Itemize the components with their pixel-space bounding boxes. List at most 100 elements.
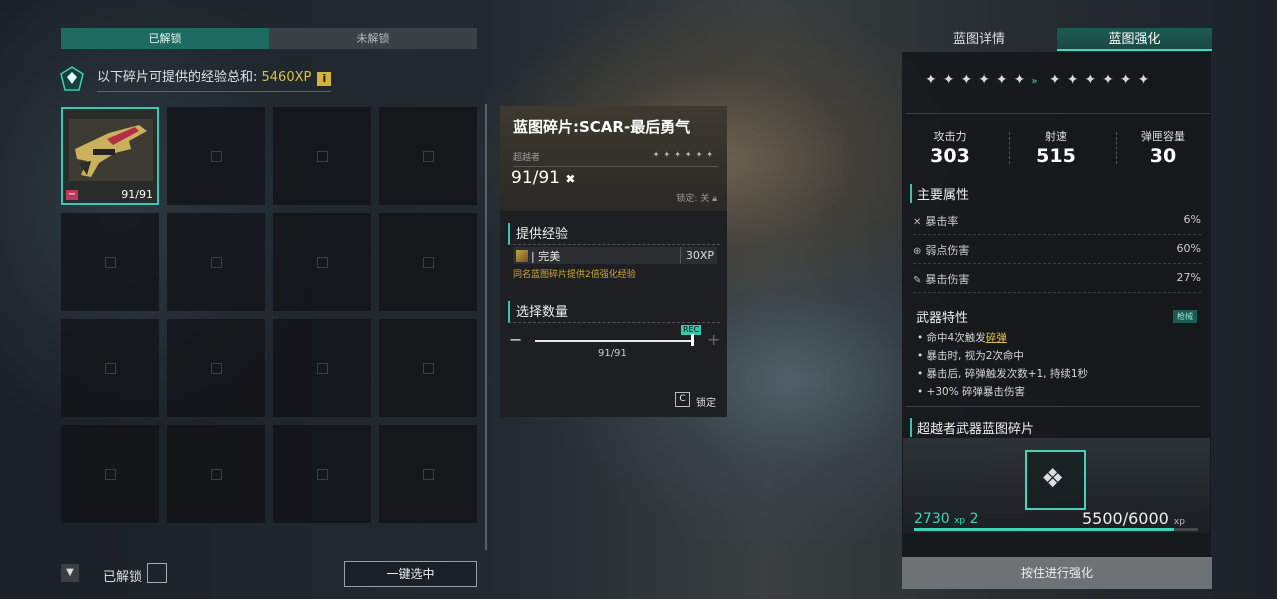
slider-handle[interactable] [691, 334, 694, 346]
attr-name: ⊕ 弱点伤害 [913, 242, 969, 263]
fragment-preview: ❖ [1025, 450, 1086, 510]
stat-label: 射速 [1045, 130, 1067, 143]
xp-item-row: | 完美 30XP [513, 247, 717, 264]
stat-label: 弹匣容量 [1141, 130, 1185, 143]
trait-text: 暴击时, 视为2次命中 [926, 350, 1024, 362]
empty-slot [379, 319, 477, 417]
card-title: 蓝图碎片:SCAR-最后勇气 [513, 118, 691, 136]
attr-name-text: 弱点伤害 [925, 244, 970, 257]
crit-icon: ✎ [913, 275, 922, 286]
xp-summary-text: 以下碎片可提供的经验总和: [97, 70, 262, 85]
fragment-emblem-icon [60, 66, 84, 91]
select-all-button[interactable]: 一键选中 [344, 561, 477, 587]
xp-summary-value: 5460XP [261, 70, 312, 85]
empty-slot [273, 425, 371, 523]
arrow-icon: » [1031, 76, 1039, 87]
stat-attack: 攻击力 303 [900, 128, 1000, 167]
enhance-button[interactable]: 按住进行强化 [902, 557, 1212, 589]
lock-icon: 🔒︎ [712, 194, 717, 204]
fragment-emblem-icon: ❖ [1041, 464, 1065, 494]
xp-section-title: 提供经验 [508, 223, 720, 245]
main-attr-title: 主要属性 [910, 184, 969, 203]
slider-value: 91/91 [598, 348, 627, 359]
tab-locked[interactable]: 未解锁 [269, 28, 477, 49]
card-count: 91/91 ✖ [511, 168, 575, 188]
xp-progress: 5500/6000 xp [1082, 509, 1185, 528]
decrease-button[interactable]: − [509, 330, 522, 349]
attr-name-text: 暴击率 [925, 215, 959, 228]
attr-name: ✕ 暴击率 [913, 213, 958, 234]
tab-blueprint-enhance[interactable]: 蓝图强化 [1057, 28, 1212, 51]
empty-slot [61, 425, 159, 523]
lock-label: 锁定 [696, 398, 716, 409]
stat-fire-rate: 射速 515 [1006, 128, 1106, 167]
trait-line: • 暴击后, 碎弹触发次数+1, 持续1秒 [917, 368, 1089, 380]
fragment-small-icon: ✖ [565, 172, 576, 186]
trait-text: 暴击后, 碎弹触发次数+1, 持续1秒 [926, 368, 1089, 380]
xp-progress-unit: xp [1173, 517, 1185, 527]
card-stars: ✦✦✦✦✦✦ [652, 150, 717, 159]
card-lock-state: 锁定: 关 🔒︎ [676, 191, 717, 204]
attr-row: ✕ 暴击率 6% [913, 213, 1201, 235]
trait-keyword-link[interactable]: 碎弹 [986, 332, 1007, 344]
tab-unlocked[interactable]: 已解锁 [61, 28, 269, 49]
trait-title: 武器特性 [916, 311, 969, 326]
empty-slot [167, 319, 265, 417]
weakpoint-icon: ⊕ [913, 246, 922, 257]
xp-gain-value: 2730 [914, 511, 950, 527]
xp-item-name-text: 完美 [538, 249, 561, 263]
attr-value: 60% [1176, 242, 1201, 255]
empty-slot [167, 107, 265, 205]
unlocked-filter-label: 已解锁 [103, 570, 143, 585]
attr-row: ✎ 暴击伤害 27% [913, 271, 1201, 293]
empty-slot [61, 213, 159, 311]
unlocked-checkbox[interactable] [147, 563, 167, 583]
stat-value: 30 [1149, 145, 1177, 167]
xp-progress-fill [914, 528, 1174, 531]
trait-badge: 枪械 [1173, 310, 1197, 323]
trait-line: • 暴击时, 视为2次命中 [917, 350, 1024, 362]
attr-value: 6% [1183, 213, 1201, 226]
divider [906, 406, 1200, 407]
filter-icon[interactable]: ▼ [61, 564, 79, 582]
slot-count: 91/91 [121, 188, 153, 201]
deselect-button[interactable]: − [66, 190, 78, 200]
empty-slot [61, 319, 159, 417]
divider [906, 113, 1210, 114]
tab-blueprint-details[interactable]: 蓝图详情 [902, 28, 1056, 51]
xp-summary-label: 以下碎片可提供的经验总和: 5460XP i [97, 66, 332, 92]
card-count-value: 91/91 [511, 168, 560, 188]
xp-progress-value: 5500/6000 [1082, 509, 1169, 528]
trait-text: +30% 碎弹暴击伤害 [926, 386, 1026, 398]
lock-key-hint[interactable]: C [675, 392, 690, 407]
stat-label: 攻击力 [933, 130, 967, 143]
trait-text: 命中4次触发 [926, 332, 986, 344]
xp-item-name: | 完美 [531, 249, 561, 263]
empty-slot [273, 107, 371, 205]
frag-title: 超越者武器蓝图碎片 [910, 418, 1034, 437]
fragment-slot-scar[interactable]: − 91/91 [61, 107, 159, 205]
level-gain: 2 [969, 511, 979, 527]
quality-swatch-icon [516, 249, 528, 262]
trait-line: • +30% 碎弹暴击伤害 [917, 386, 1026, 398]
attr-name: ✎ 暴击伤害 [913, 271, 969, 292]
qty-section-title: 选择数量 [508, 301, 720, 323]
grid-scrollbar[interactable] [485, 104, 487, 550]
xp-note: 同名蓝图碎片提供2倍强化经验 [513, 270, 636, 280]
increase-button[interactable]: + [707, 330, 720, 349]
lock-state-text: 锁定: 关 [676, 194, 710, 204]
xp-gain: 2730 xp 2 [914, 511, 979, 527]
empty-slot [379, 107, 477, 205]
upgrade-stars: ✦✦✦✦✦✦» ✦✦✦✦✦✦ [925, 72, 1156, 88]
tab-bar: 已解锁 未解锁 [61, 28, 477, 49]
empty-slot [167, 213, 265, 311]
empty-slot [379, 425, 477, 523]
empty-slot [273, 319, 371, 417]
fragment-grid: − 91/91 [61, 107, 477, 525]
empty-slot [379, 213, 477, 311]
quantity-slider[interactable] [535, 340, 692, 342]
info-icon[interactable]: i [317, 72, 332, 86]
stat-value: 303 [930, 145, 970, 167]
crosshair-icon: ✕ [913, 217, 922, 228]
scar-rifle-icon [69, 119, 153, 181]
